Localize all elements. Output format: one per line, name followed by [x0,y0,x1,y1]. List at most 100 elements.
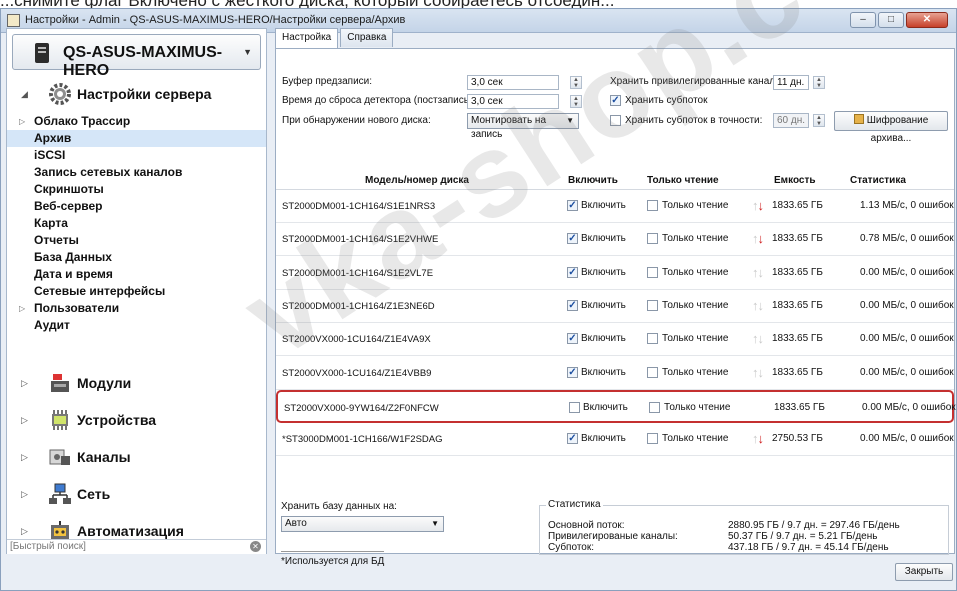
sidebar-item-network-recording[interactable]: Запись сетевых каналов [7,164,266,181]
section-network[interactable]: ▷ Сеть [7,475,266,512]
statistics-group: Статистика Основной поток: 2880.95 ГБ / … [539,499,949,555]
server-selector[interactable]: QS-ASUS-MAXIMUS-HERO ▼ [12,34,261,79]
disk-stats: 0.00 МБ/с, 0 ошибок [860,266,954,278]
keep-priv-spinner[interactable]: ▲ ▼ [813,76,825,89]
enable-checkbox[interactable]: ✓ [567,366,578,378]
section-devices[interactable]: ▷ Устройства [7,401,266,438]
keep-substreams-exact-checkbox[interactable] [610,115,621,126]
store-db-dropdown[interactable]: Авто ▼ [281,516,444,532]
section-label: Настройки сервера [77,86,212,102]
col-readonly: Только чтение [647,175,719,186]
enable-label: Включить [581,433,626,445]
table-row[interactable]: ST2000VX000-1CU164/Z1E4VBB9 ✓ Включить Толь… [276,357,954,390]
table-row[interactable]: ST2000DM001-1CH164/S1E1NRS3 ✓ Включить Толь… [276,190,954,223]
sidebar-item-network-interfaces[interactable]: Сетевые интерфейсы [7,283,266,300]
expand-arrow-icon: ◢ [21,89,28,99]
disk-capacity: 2750.53 ГБ [772,433,823,445]
readonly-checkbox[interactable] [647,233,658,245]
keep-substreams-label: Хранить субпоток [625,95,708,106]
enable-label: Включить [581,366,626,378]
disk-capacity: 1833.65 ГБ [772,333,823,345]
io-arrow-icon: ↑↓ [752,364,764,380]
sidebar-item-archive[interactable]: Архив [7,130,266,147]
readonly-checkbox[interactable] [647,266,658,278]
expand-arrow-icon: ▷ [21,452,28,462]
server-icon [35,43,49,63]
table-row[interactable]: ST2000DM001-1CH164/S1E2VHWE ✓ Включить Толь… [276,223,954,257]
clear-search-icon[interactable]: ✕ [250,541,261,552]
enable-label: Включить [581,333,626,345]
enable-checkbox[interactable]: ✓ [567,433,578,445]
readonly-label: Только чтение [662,266,729,278]
disk-stats: 0.78 МБ/с, 0 ошибок [860,233,954,245]
sidebar-item-datetime[interactable]: Дата и время [7,266,266,283]
newdisk-dropdown[interactable]: Монтировать на запись ▼ [467,113,579,140]
io-arrow-icon: ↑↓ [752,198,764,213]
table-row[interactable]: ST2000DM001-1CH164/Z1E3NE6D ✓ Включить Толь… [276,290,954,323]
db-note: *Используется для БД [281,551,385,567]
keep-substreams-checkbox[interactable]: ✓ [610,95,621,106]
readonly-checkbox[interactable] [647,299,658,311]
tab-setup[interactable]: Настройка [275,28,339,49]
enable-checkbox[interactable]: ✓ [567,233,578,245]
tab-help[interactable]: Справка [340,28,394,47]
sidebar-item-database[interactable]: База Данных [7,249,266,266]
enable-checkbox[interactable]: ✓ [567,200,578,211]
disk-stats: 0.00 МБ/с, 0 ошибок [860,299,954,311]
enable-checkbox[interactable]: ✓ [567,266,578,278]
close-button[interactable]: Закрыть [895,563,953,581]
readonly-checkbox[interactable] [647,366,658,378]
minimize-button[interactable]: – [850,12,876,28]
prebuffer-spinner[interactable]: ▲ ▼ [570,76,582,89]
disk-model: ST2000VX000-9YW164/Z2F0NFCW [284,402,439,414]
prebuffer-field[interactable]: 3,0 сек [467,75,559,90]
encrypt-archive-button[interactable]: Шифрование архива... [834,111,948,144]
search-input[interactable]: [Быстрый поиск] [10,541,86,552]
sidebar-item-webserver[interactable]: Веб-сервер [7,198,266,215]
sidebar-item-label: Архив [34,131,72,145]
detector-spinner[interactable]: ▲ ▼ [570,95,582,108]
io-arrow-icon: ↑↓ [752,431,764,447]
sidebar-item-cloud[interactable]: ▷ Облако Трассир [7,113,266,130]
enable-checkbox[interactable]: ✓ [567,333,578,345]
enable-checkbox[interactable] [569,401,580,413]
gear-icon [49,83,71,105]
keep-priv-field[interactable]: 11 дн. [773,75,809,90]
keep-substreams-exact-spinner[interactable]: ▲ ▼ [813,114,825,127]
encrypt-label: Шифрование архива... [866,115,929,144]
stat-main-value: 2880.95 ГБ / 9.7 дн. = 297.46 ГБ/день [728,520,900,531]
camera-icon [49,449,70,465]
readonly-checkbox[interactable] [647,200,658,211]
sidebar-item-label: Запись сетевых каналов [34,165,183,179]
readonly-checkbox[interactable] [647,333,658,345]
sidebar-item-iscsi[interactable]: iSCSI [7,147,266,164]
keep-substreams-exact-field[interactable]: 60 дн. [773,113,809,128]
sidebar: QS-ASUS-MAXIMUS-HERO ▼ ◢ Настройки серве… [6,28,267,554]
io-arrow-icon: ↑↓ [752,264,764,280]
section-modules[interactable]: ▷ Модули [7,364,266,401]
enable-checkbox[interactable]: ✓ [567,299,578,311]
sidebar-item-reports[interactable]: Отчеты [7,232,266,249]
section-label: Сеть [77,486,111,502]
window-title: Настройки - Admin - QS-ASUS-MAXIMUS-HERO… [25,14,406,26]
sidebar-item-screenshots[interactable]: Скриншоты [7,181,266,198]
sidebar-item-users[interactable]: ▷ Пользователи [7,300,266,317]
maximize-button[interactable]: □ [878,12,904,28]
section-server-settings[interactable]: ◢ Настройки сервера [7,75,266,113]
table-row[interactable]: ST2000VX000-1CU164/Z1E4VA9X ✓ Включить Толь… [276,323,954,357]
table-row[interactable]: ST2000DM001-1CH164/S1E2VL7E ✓ Включить Толь… [276,257,954,290]
keep-substreams-exact-label: Хранить субпоток в точности: [625,115,763,126]
detector-field[interactable]: 3,0 сек [467,94,559,109]
table-row[interactable]: ST2000VX000-9YW164/Z2F0NFCW Включить Тольк… [276,389,956,423]
readonly-checkbox[interactable] [649,401,660,413]
quick-search[interactable]: [Быстрый поиск] ✕ [7,539,266,554]
close-window-button[interactable]: ✕ [906,12,948,28]
readonly-checkbox[interactable] [647,433,658,445]
section-channels[interactable]: ▷ Каналы [7,438,266,475]
sidebar-item-audit[interactable]: Аудит [7,317,266,334]
table-row[interactable]: *ST3000DM001-1CH166/W1F2SDAG ✓ Включить Тол… [276,423,954,457]
disk-stats: 0.00 МБ/с, 0 ошибок [860,433,954,445]
sidebar-item-map[interactable]: Карта [7,215,266,232]
enable-label: Включить [581,233,626,245]
disk-stats: 1.13 МБ/с, 0 ошибок [860,200,954,211]
